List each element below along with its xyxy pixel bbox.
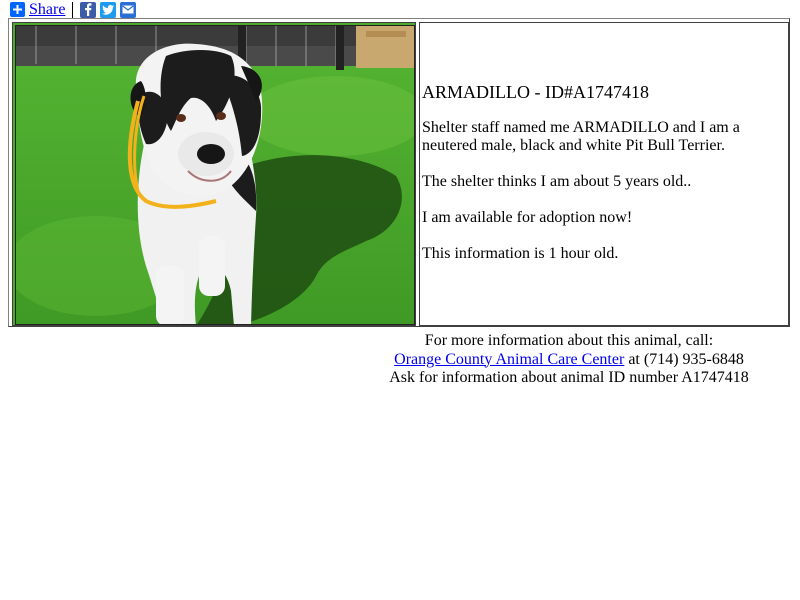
animal-age: The shelter thinks I am about 5 years ol… — [422, 173, 692, 190]
info-freshness: This information is 1 hour old. — [422, 245, 619, 262]
contact-line: Orange County Animal Care Center at (714… — [330, 351, 800, 370]
photo-cell — [12, 22, 416, 326]
share-divider — [72, 1, 74, 18]
share-bar: Share — [10, 1, 140, 18]
plus-icon[interactable] — [10, 2, 25, 17]
animal-description: Shelter staff named me ARMADILLO and I a… — [422, 119, 740, 154]
facebook-icon[interactable] — [80, 1, 97, 18]
twitter-icon[interactable] — [100, 1, 117, 18]
dog-photo-illustration — [16, 26, 414, 324]
shelter-link[interactable]: Orange County Animal Care Center — [394, 351, 624, 368]
contact-id-note: Ask for information about animal ID numb… — [389, 369, 749, 386]
shelter-phone: at (714) 935-6848 — [624, 350, 744, 368]
animal-availability: I am available for adoption now! — [422, 209, 633, 226]
animal-table: ARMADILLO - ID#A1747418 Shelter staff na… — [8, 18, 790, 327]
share-link[interactable]: Share — [29, 1, 65, 19]
contact-info: For more information about this animal, … — [330, 332, 800, 388]
animal-name-id: ARMADILLO - ID#A1747418 — [422, 82, 649, 102]
info-cell: ARMADILLO - ID#A1747418 Shelter staff na… — [419, 22, 789, 326]
email-icon[interactable] — [120, 1, 137, 18]
animal-info: ARMADILLO - ID#A1747418 Shelter staff na… — [422, 81, 782, 281]
contact-intro: For more information about this animal, … — [424, 332, 714, 349]
animal-photo[interactable] — [15, 25, 415, 325]
